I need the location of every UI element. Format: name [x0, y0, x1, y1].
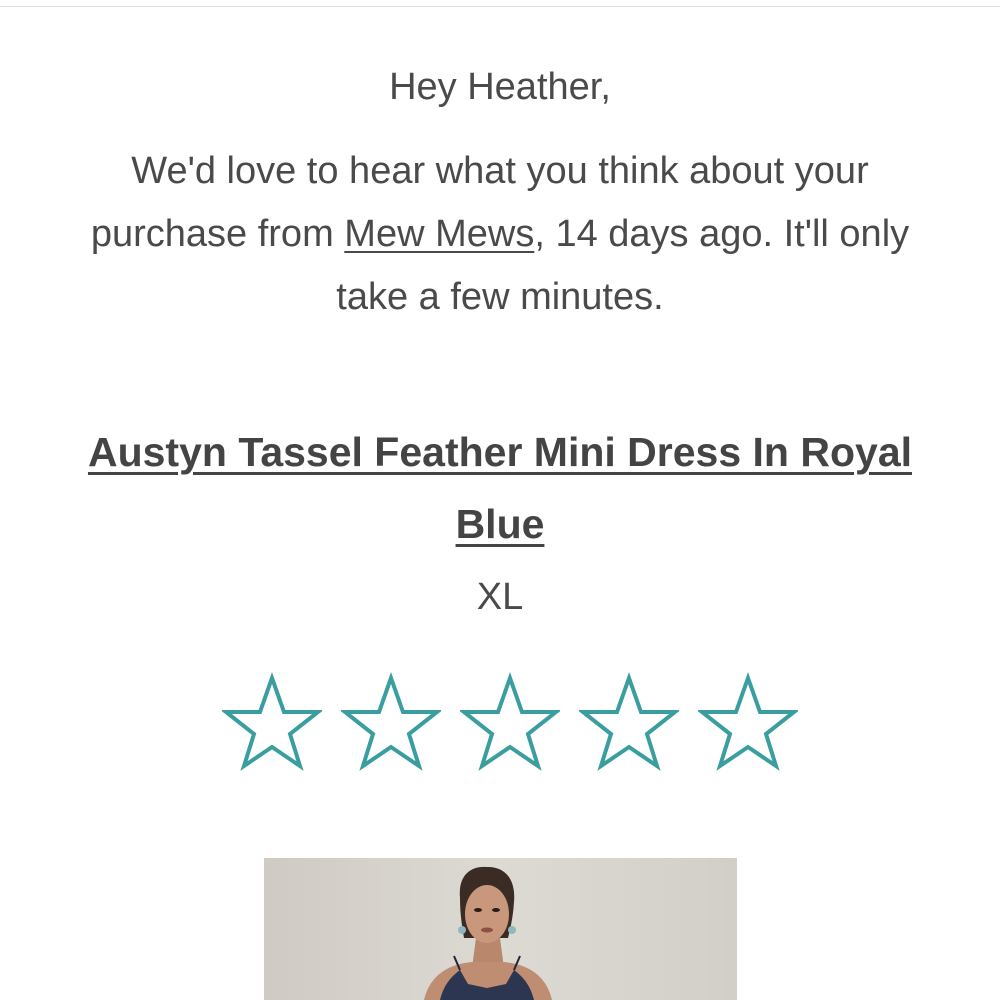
top-divider	[0, 6, 1000, 7]
store-link[interactable]: Mew Mews	[344, 213, 534, 255]
model-photo	[264, 858, 737, 1000]
product-variant: XL	[476, 576, 524, 618]
review-request-message: We'd love to hear what you think about y…	[80, 140, 920, 329]
star-rating	[0, 672, 1000, 772]
product-title-link[interactable]: Austyn Tassel Feather Mini Dress In Roya…	[80, 416, 920, 560]
rating-star-5-icon[interactable]	[698, 672, 798, 772]
rating-star-4-icon[interactable]	[579, 672, 679, 772]
rating-star-2-icon[interactable]	[341, 672, 441, 772]
greeting-text: Hey Heather,	[389, 66, 611, 108]
product-image[interactable]	[264, 858, 737, 1000]
rating-star-1-icon[interactable]	[222, 672, 322, 772]
rating-star-3-icon[interactable]	[460, 672, 560, 772]
